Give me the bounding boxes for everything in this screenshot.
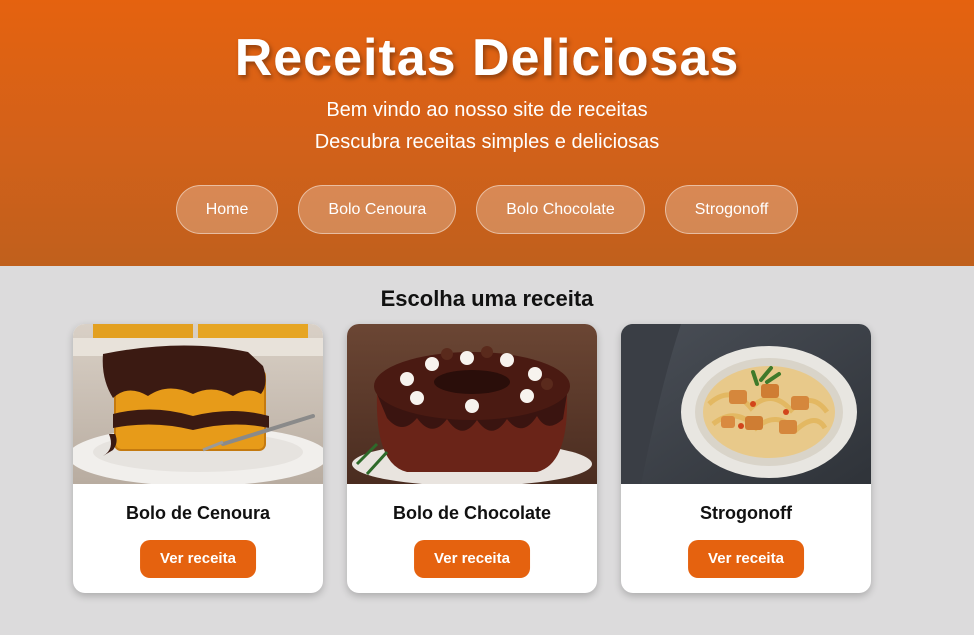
site-header: Receitas Deliciosas Bem vindo ao nosso s… xyxy=(0,0,974,266)
site-title: Receitas Deliciosas xyxy=(234,29,740,87)
strogonoff-image xyxy=(621,324,871,484)
main-nav: Home Bolo Cenoura Bolo Chocolate Strogon… xyxy=(0,185,974,234)
ver-receita-button[interactable]: Ver receita xyxy=(140,540,256,578)
nav-strogonoff-link[interactable]: Strogonoff xyxy=(664,185,799,234)
chocolate-cake-image xyxy=(347,324,597,484)
welcome-text: Bem vindo ao nosso site de receitas xyxy=(326,99,648,121)
carrot-cake-image xyxy=(73,324,323,484)
recipe-card-strogonoff: Strogonoff Ver receita xyxy=(621,324,871,593)
ver-receita-button[interactable]: Ver receita xyxy=(414,540,530,578)
section-title: Escolha uma receita xyxy=(380,286,594,311)
nav-bolo-cenoura-link[interactable]: Bolo Cenoura xyxy=(298,185,457,234)
ver-receita-button[interactable]: Ver receita xyxy=(688,540,804,578)
recipe-card-title: Bolo de Cenoura xyxy=(125,503,270,523)
recipe-card-bolo-chocolate: Bolo de Chocolate Ver receita xyxy=(347,324,597,593)
recipe-card-title: Strogonoff xyxy=(700,503,792,523)
nav-bolo-chocolate-link[interactable]: Bolo Chocolate xyxy=(476,185,645,234)
nav-home-link[interactable]: Home xyxy=(175,185,279,234)
recipe-card-bolo-cenoura: Bolo de Cenoura Ver receita xyxy=(73,324,323,593)
recipe-card-title: Bolo de Chocolate xyxy=(392,503,551,523)
tagline-text: Descubra receitas simples e deliciosas xyxy=(314,131,660,153)
